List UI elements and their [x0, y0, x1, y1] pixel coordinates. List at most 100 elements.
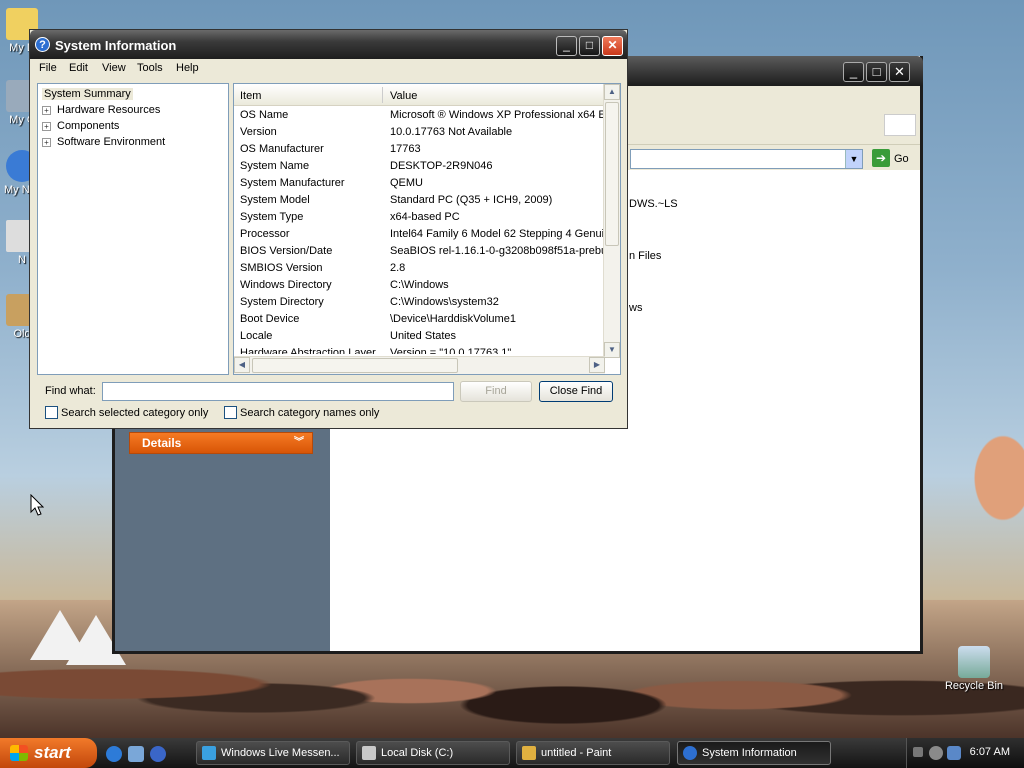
table-row[interactable]: Hardware Abstraction Layer Version = "10.…: [234, 344, 604, 354]
menu-edit[interactable]: Edit: [69, 62, 88, 74]
search-names-checkbox[interactable]: [224, 406, 237, 419]
maximize-button[interactable]: □: [866, 62, 887, 82]
row-item: Version: [240, 126, 277, 138]
menu-view[interactable]: View: [102, 62, 126, 74]
table-row[interactable]: Processor Intel64 Family 6 Model 62 Stepp…: [234, 225, 604, 242]
maximize-button[interactable]: □: [579, 36, 600, 56]
taskbar-item-paint[interactable]: untitled - Paint: [516, 741, 670, 765]
file-item[interactable]: ws: [629, 302, 642, 314]
minimize-button[interactable]: _: [556, 36, 577, 56]
show-desktop-icon[interactable]: [128, 746, 144, 762]
taskbar-item-messenger[interactable]: Windows Live Messen...: [196, 741, 350, 765]
table-row[interactable]: System Name DESKTOP-2R9N046: [234, 157, 604, 174]
scroll-thumb[interactable]: [252, 358, 458, 373]
tree-item-system-summary[interactable]: System Summary: [42, 88, 133, 100]
close-button[interactable]: ✕: [602, 36, 623, 56]
table-row[interactable]: System Manufacturer QEMU: [234, 174, 604, 191]
table-row[interactable]: System Type x64-based PC: [234, 208, 604, 225]
menu-help[interactable]: Help: [176, 62, 199, 74]
row-value: C:\Windows\system32: [390, 296, 499, 308]
row-value: 2.8: [390, 262, 406, 274]
volume-tray-icon[interactable]: [947, 746, 961, 760]
system-information-window[interactable]: ? System Information _ □ ✕ File Edit Vie…: [29, 29, 628, 429]
desktop-icon-recycle-bin[interactable]: Recycle Bin: [944, 646, 1004, 692]
table-row[interactable]: Boot Device \Device\HarddiskVolume1: [234, 310, 604, 327]
find-what-input[interactable]: [102, 382, 454, 401]
tree-item-hardware-resources[interactable]: + Hardware Resources: [42, 104, 160, 116]
tree-item-software-environment[interactable]: + Software Environment: [42, 136, 165, 148]
address-input[interactable]: ▼: [630, 149, 863, 169]
file-item[interactable]: n Files: [629, 250, 661, 262]
taskbar-item-local-disk[interactable]: Local Disk (C:): [356, 741, 510, 765]
close-button[interactable]: ✕: [889, 62, 910, 82]
go-button[interactable]: Go: [894, 153, 909, 165]
internet-explorer-icon[interactable]: [106, 746, 122, 762]
list-rows: OS Name Microsoft ® Windows XP Profession…: [234, 106, 604, 354]
sysinfo-titlebar[interactable]: ? System Information _ □ ✕: [30, 30, 627, 59]
clock[interactable]: 6:07 AM: [970, 746, 1010, 758]
list-header: Item Value: [234, 84, 604, 106]
column-header-item[interactable]: Item: [240, 90, 261, 102]
details-label: Details: [142, 436, 182, 450]
chevron-down-icon[interactable]: ▼: [845, 150, 862, 168]
column-header-value[interactable]: Value: [390, 90, 417, 102]
row-value: DESKTOP-2R9N046: [390, 160, 493, 172]
desktop-icon-label: Recycle Bin: [944, 680, 1004, 692]
minimize-button[interactable]: _: [843, 62, 864, 82]
category-tree[interactable]: System Summary + Hardware Resources + Comp…: [37, 83, 229, 375]
column-divider[interactable]: [382, 87, 383, 103]
row-item: BIOS Version/Date: [240, 245, 333, 257]
menu-tools[interactable]: Tools: [137, 62, 163, 74]
search-selected-label: Search selected category only: [61, 407, 209, 419]
horizontal-scrollbar[interactable]: ◀ ▶: [234, 356, 605, 374]
scroll-right-icon[interactable]: ▶: [589, 357, 605, 373]
expand-plus-icon[interactable]: +: [42, 121, 51, 131]
taskbar-item-system-information[interactable]: System Information: [677, 741, 831, 765]
scroll-thumb[interactable]: [605, 102, 619, 246]
taskbar-item-label: Local Disk (C:): [381, 747, 454, 759]
row-value: SeaBIOS rel-1.16.1-0-g3208b098f51a-prebu…: [390, 245, 604, 257]
taskbar-item-label: Windows Live Messen...: [221, 747, 340, 759]
network-tray-icon[interactable]: [929, 746, 943, 760]
row-item: SMBIOS Version: [240, 262, 323, 274]
row-item: OS Name: [240, 109, 289, 121]
media-player-icon[interactable]: [150, 746, 166, 762]
desktop-icon-label: N: [18, 254, 26, 266]
recycle-bin-icon: [958, 646, 990, 678]
scroll-down-icon[interactable]: ▼: [604, 342, 620, 358]
row-item: Hardware Abstraction Layer: [240, 347, 376, 354]
row-value: Version = "10.0.17763.1": [390, 347, 512, 354]
scroll-up-icon[interactable]: ▲: [604, 84, 620, 100]
row-value: QEMU: [390, 177, 423, 189]
table-row[interactable]: SMBIOS Version 2.8: [234, 259, 604, 276]
expand-plus-icon[interactable]: +: [42, 137, 51, 147]
scroll-left-icon[interactable]: ◀: [234, 357, 250, 373]
expand-plus-icon[interactable]: +: [42, 105, 51, 115]
row-item: Locale: [240, 330, 273, 342]
row-value: United States: [390, 330, 457, 342]
go-arrow-icon[interactable]: ➔: [872, 149, 890, 167]
details-section-header[interactable]: Details ︾: [129, 432, 313, 454]
table-row[interactable]: System Directory C:\Windows\system32: [234, 293, 604, 310]
drive-icon: [362, 746, 376, 760]
file-item[interactable]: DWS.~LS: [629, 198, 678, 210]
row-item: System Model: [240, 194, 310, 206]
tree-item-components[interactable]: + Components: [42, 120, 119, 132]
vertical-scrollbar[interactable]: ▲ ▼: [603, 84, 620, 358]
table-row[interactable]: Windows Directory C:\Windows: [234, 276, 604, 293]
details-list[interactable]: Item Value OS Name Microsoft ® Windows XP…: [233, 83, 621, 375]
tray-chevron-icon[interactable]: [913, 747, 923, 757]
close-find-button[interactable]: Close Find: [539, 381, 613, 402]
table-row[interactable]: BIOS Version/Date SeaBIOS rel-1.16.1-0-g3…: [234, 242, 604, 259]
start-button[interactable]: start: [0, 738, 97, 768]
row-item: System Directory: [240, 296, 324, 308]
table-row[interactable]: OS Manufacturer 17763: [234, 140, 604, 157]
table-row[interactable]: System Model Standard PC (Q35 + ICH9, 200…: [234, 191, 604, 208]
table-row[interactable]: OS Name Microsoft ® Windows XP Profession…: [234, 106, 604, 123]
table-row[interactable]: Version 10.0.17763 Not Available: [234, 123, 604, 140]
table-row[interactable]: Locale United States: [234, 327, 604, 344]
search-names-label: Search category names only: [240, 407, 380, 419]
menu-file[interactable]: File: [39, 62, 57, 74]
search-selected-checkbox[interactable]: [45, 406, 58, 419]
find-button[interactable]: Find: [460, 381, 532, 402]
